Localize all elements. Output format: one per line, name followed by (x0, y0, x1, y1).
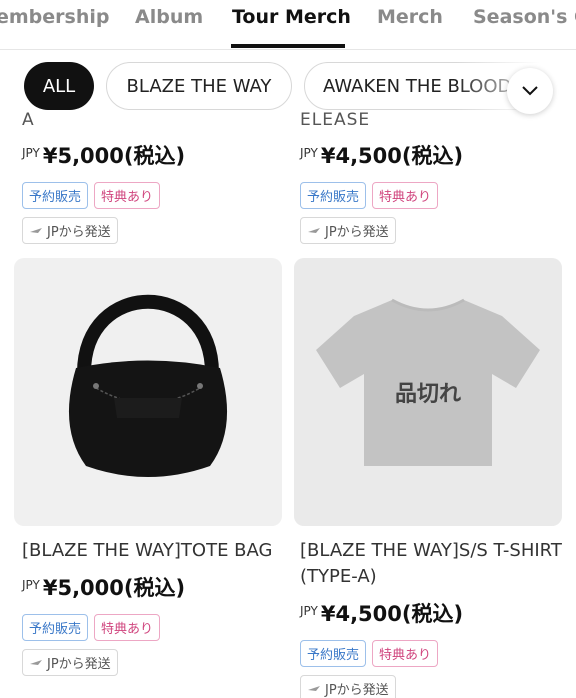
preorder-badge: 予約販売 (300, 640, 367, 667)
price: ¥5,000(税込) (42, 144, 186, 168)
preorder-badge: 予約販売 (22, 182, 89, 209)
price: ¥4,500(税込) (320, 144, 464, 168)
tab-membership[interactable]: embership (0, 6, 110, 28)
plane-icon (308, 685, 320, 691)
bonus-badge: 特典あり (372, 182, 439, 209)
badge-row: 予約販売 特典あり (22, 182, 292, 209)
product-name[interactable]: [BLAZE THE WAY]S/S T-SHIRT (TYPE-A) (300, 538, 570, 590)
badge-row: 予約販売 特典あり (300, 640, 570, 667)
currency-label: JPY (22, 146, 40, 160)
preorder-badge: 予約販売 (300, 182, 367, 209)
chevron-down-icon (522, 86, 538, 96)
tote-bag-image (68, 294, 228, 477)
product-name-cut: A (22, 110, 35, 130)
tab-merch[interactable]: Merch (377, 6, 443, 28)
price-row: JPY ¥5,000(税込) (22, 572, 292, 602)
tab-seasons-greetings[interactable]: Season's G (473, 6, 576, 28)
chip-blaze-the-way[interactable]: BLAZE THE WAY (106, 62, 292, 110)
product-name-cut: ELEASE (300, 110, 371, 130)
sold-out-label: 品切れ (394, 382, 461, 407)
tab-tour-merch[interactable]: Tour Merch (232, 6, 351, 28)
sold-out-overlay: 品切れ (294, 258, 562, 526)
price-row: JPY ¥4,500(税込) (300, 140, 570, 170)
badge-row: 予約販売 特典あり (22, 614, 292, 641)
shipping-label: JPから発送 (47, 225, 111, 240)
price-row: JPY ¥4,500(税込) (300, 598, 570, 628)
shipping-label: JPから発送 (325, 683, 389, 698)
plane-icon (30, 659, 42, 665)
bonus-badge: 特典あり (94, 614, 161, 641)
currency-label: JPY (22, 578, 40, 592)
preorder-badge: 予約販売 (22, 614, 89, 641)
badge-row: 予約販売 特典あり (300, 182, 570, 209)
shipping-badge: JPから発送 (300, 217, 396, 244)
shipping-label: JPから発送 (47, 657, 111, 672)
product-card-top-left[interactable]: JPY ¥5,000(税込) 予約販売 特典あり JPから発送 (22, 140, 292, 244)
shipping-badge: JPから発送 (22, 649, 118, 676)
bonus-badge: 特典あり (372, 640, 439, 667)
product-image-tote-bag[interactable] (14, 258, 282, 526)
product-card-top-right[interactable]: JPY ¥4,500(税込) 予約販売 特典あり JPから発送 (300, 140, 570, 244)
price: ¥5,000(税込) (42, 576, 186, 600)
shipping-badge: JPから発送 (300, 675, 396, 698)
tab-album[interactable]: Album (135, 6, 203, 28)
plane-icon (30, 227, 42, 233)
product-name[interactable]: [BLAZE THE WAY]TOTE BAG (22, 538, 292, 564)
shipping-label: JPから発送 (325, 225, 389, 240)
price: ¥4,500(税込) (320, 602, 464, 626)
currency-label: JPY (300, 146, 318, 160)
product-card-tote-bag[interactable]: JPY ¥5,000(税込) 予約販売 特典あり JPから発送 (22, 572, 292, 676)
price-row: JPY ¥5,000(税込) (22, 140, 292, 170)
product-card-t-shirt[interactable]: JPY ¥4,500(税込) 予約販売 特典あり JPから発送 (300, 598, 570, 698)
top-tab-bar: embership Album Tour Merch Merch Season'… (0, 0, 576, 50)
expand-filters-button[interactable] (507, 68, 553, 114)
shipping-badge: JPから発送 (22, 217, 118, 244)
product-image-t-shirt[interactable]: 品切れ (294, 258, 562, 526)
bonus-badge: 特典あり (94, 182, 161, 209)
plane-icon (308, 227, 320, 233)
filter-chip-row: ALL BLAZE THE WAY AWAKEN THE BLOOD (0, 62, 576, 112)
active-tab-indicator (231, 44, 345, 48)
currency-label: JPY (300, 604, 318, 618)
chip-all[interactable]: ALL (24, 62, 94, 110)
